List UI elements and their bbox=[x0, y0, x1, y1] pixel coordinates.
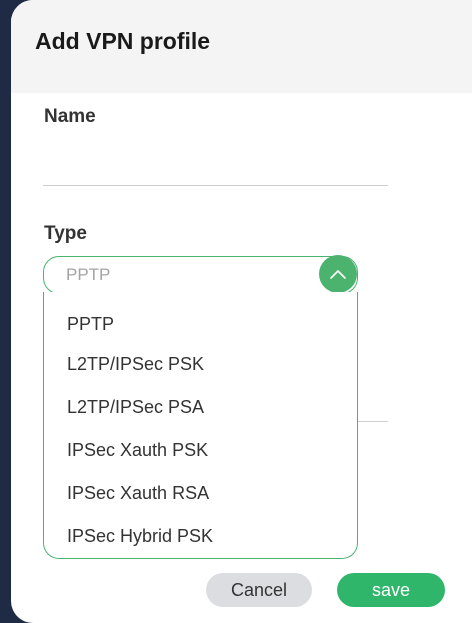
type-select-value: PPTP bbox=[66, 265, 111, 284]
type-dropdown-list: PPTP L2TP/IPSec PSK L2TP/IPSec PSA IPSec… bbox=[43, 292, 358, 559]
type-option-ipsec-hybrid-psk[interactable]: IPSec Hybrid PSK bbox=[67, 526, 213, 547]
dialog-header: Add VPN profile bbox=[11, 0, 472, 93]
name-input[interactable] bbox=[43, 135, 388, 186]
obscured-field-underline bbox=[358, 421, 388, 422]
chevron-up-icon[interactable] bbox=[319, 255, 357, 293]
type-option-pptp[interactable]: PPTP bbox=[67, 314, 114, 335]
type-option-ipsec-xauth-psk[interactable]: IPSec Xauth PSK bbox=[67, 440, 208, 461]
type-option-l2tp-ipsec-psk[interactable]: L2TP/IPSec PSK bbox=[67, 354, 204, 375]
cancel-button[interactable]: Cancel bbox=[206, 573, 312, 607]
type-option-ipsec-xauth-rsa[interactable]: IPSec Xauth RSA bbox=[67, 483, 209, 504]
name-label: Name bbox=[44, 106, 96, 127]
type-select[interactable]: PPTP bbox=[43, 255, 358, 294]
add-vpn-profile-dialog: Add VPN profile Name Type PPTP PPTP L2TP… bbox=[11, 0, 472, 623]
type-label: Type bbox=[44, 223, 87, 244]
save-button[interactable]: save bbox=[337, 573, 445, 607]
type-option-l2tp-ipsec-psa[interactable]: L2TP/IPSec PSA bbox=[67, 397, 204, 418]
dialog-title: Add VPN profile bbox=[35, 28, 211, 54]
